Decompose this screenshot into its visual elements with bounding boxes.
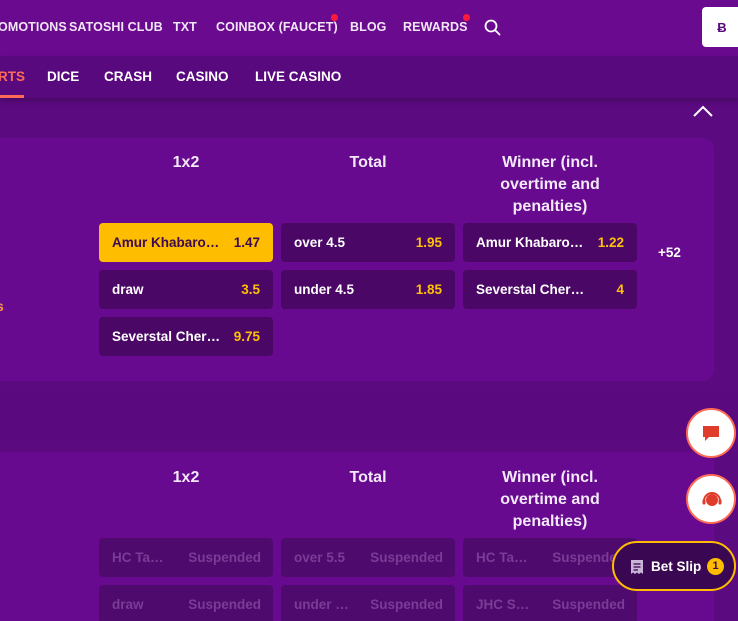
odd-value: 1.95 [415, 235, 442, 250]
odd-value: Suspended [552, 597, 625, 612]
market-header-total: Total [349, 154, 387, 171]
wallet-button[interactable]: Ƀ [702, 7, 738, 47]
odd-button[interactable]: draw 3.5 [99, 270, 273, 309]
odd-value: Suspended [370, 597, 443, 612]
odd-value: 9.75 [233, 329, 260, 344]
support-button[interactable] [686, 474, 736, 524]
odd-button[interactable]: under 4.5 1.85 [281, 270, 455, 309]
nav-link-promotions[interactable]: OMOTIONS [0, 20, 67, 34]
tab-crash[interactable]: CRASH [104, 69, 152, 84]
game-navigation: RTS DICE CRASH CASINO LIVE CASINO [0, 56, 738, 98]
bet-slip-count-badge: 1 [707, 558, 724, 575]
bet-slip-label: Bet Slip [651, 559, 702, 574]
headset-icon [702, 492, 722, 506]
team-name-fragment: s [0, 298, 4, 314]
odd-button-selected[interactable]: Amur Khabarovsk 1.47 [99, 223, 273, 262]
odd-button-suspended: draw Suspended [99, 585, 273, 621]
odd-value: Suspended [370, 550, 443, 565]
odd-label: Amur Khabarovsk [112, 235, 222, 250]
tab-dice[interactable]: DICE [47, 69, 79, 84]
search-icon[interactable] [484, 19, 501, 36]
odd-label: over 5.5 [294, 550, 346, 565]
odd-value: Suspended [188, 597, 261, 612]
odd-button-suspended: HC Tai… Suspended [463, 538, 637, 577]
odd-button[interactable]: Amur Khabarovsk 1.22 [463, 223, 637, 262]
odd-label: under … [294, 597, 349, 612]
market-header-winner: Winner (incl. overtime and penalties) [500, 469, 600, 530]
odd-button[interactable]: Severstal Cherepovets 9.75 [99, 317, 273, 356]
chevron-up-icon[interactable] [692, 104, 714, 118]
odd-value: 3.5 [241, 282, 260, 297]
chat-button[interactable] [686, 408, 736, 458]
market-header-1x2: 1x2 [172, 469, 200, 486]
odd-button[interactable]: over 4.5 1.95 [281, 223, 455, 262]
top-navigation: OMOTIONS SATOSHI CLUB TXT COINBOX (FAUCE… [0, 0, 738, 56]
event-divider [0, 390, 738, 446]
odd-value: Suspended [188, 550, 261, 565]
odd-label: draw [112, 597, 144, 612]
coinbox-notification-dot [331, 14, 338, 21]
active-tab-indicator [0, 95, 24, 98]
receipt-icon [631, 560, 643, 574]
nav-link-blog[interactable]: BLOG [350, 20, 387, 34]
odd-value: 1.85 [415, 282, 442, 297]
odd-label: Severstal Cherepovets [476, 282, 586, 297]
odd-value: 1.22 [597, 235, 624, 250]
odd-button-suspended: JHC S… Suspended [463, 585, 637, 621]
odd-label: JHC S… [476, 597, 530, 612]
odd-label: HC Tai… [112, 550, 167, 565]
bet-slip-button[interactable]: Bet Slip 1 [612, 541, 736, 591]
tab-casino[interactable]: CASINO [176, 69, 229, 84]
market-header-total: Total [349, 469, 387, 486]
market-header-winner: Winner (incl. overtime and penalties) [500, 154, 600, 215]
odd-label: HC Tai… [476, 550, 531, 565]
odd-button-suspended: under … Suspended [281, 585, 455, 621]
market-header-1x2: 1x2 [172, 154, 200, 171]
nav-link-txt[interactable]: TXT [173, 20, 197, 34]
nav-link-rewards[interactable]: REWARDS [403, 20, 468, 34]
odd-label: draw [112, 282, 144, 297]
odd-label: under 4.5 [294, 282, 355, 297]
nav-link-satoshi-club[interactable]: SATOSHI CLUB [69, 20, 163, 34]
odd-button-suspended: HC Tai… Suspended [99, 538, 273, 577]
tab-sports[interactable]: RTS [0, 69, 25, 84]
odd-label: Severstal Cherepovets [112, 329, 222, 344]
odd-button[interactable]: Severstal Cherepovets 4 [463, 270, 637, 309]
odd-button-suspended: over 5.5 Suspended [281, 538, 455, 577]
tab-live-casino[interactable]: LIVE CASINO [255, 69, 341, 84]
odd-label: Amur Khabarovsk [476, 235, 586, 250]
chat-icon [703, 426, 719, 441]
odd-value: 1.47 [233, 235, 260, 250]
odd-value: 4 [616, 282, 624, 297]
rewards-notification-dot [463, 14, 470, 21]
more-markets-link[interactable]: +52 [658, 245, 681, 260]
nav-link-coinbox-faucet[interactable]: COINBOX (FAUCET) [216, 20, 338, 34]
bitcoin-icon: Ƀ [717, 20, 727, 35]
odd-label: over 4.5 [294, 235, 346, 250]
